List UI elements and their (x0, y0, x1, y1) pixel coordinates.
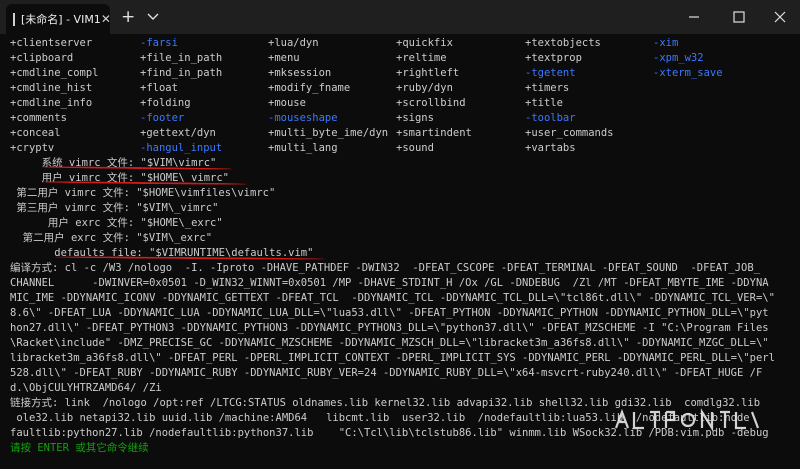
feature-item: +conceal (10, 127, 61, 139)
feature-item: +timers (525, 82, 570, 94)
feature-item: +clipboard (10, 52, 74, 64)
feature-item: +rightleft (396, 67, 460, 79)
tab-title: [未命名] - VIM1 (21, 13, 101, 26)
compile-command: 编译方式: cl -c /W3 /nologo -I. -Iproto -DHA… (10, 261, 800, 396)
feature-row: +comments -footer -mouseshape +signs -toolba… (10, 111, 800, 126)
vimrc-line: defaults file: "$VIMRUNTIME\defaults.vim… (10, 247, 314, 259)
compile-line: CHANNEL -DWINVER=0x0501 -D_WIN32_WINNT=0… (10, 277, 769, 289)
feature-item: +cryptv (10, 142, 55, 154)
feature-item: +comments (10, 112, 67, 124)
close-tab-button[interactable]: ✕ (101, 12, 111, 26)
feature-item: -xim (653, 37, 679, 49)
feature-item: -mouseshape (268, 112, 338, 124)
enter-prompt: 请按 ENTER 或其它命令继续 (10, 442, 149, 454)
close-icon[interactable] (772, 9, 788, 25)
terminal-icon: C:\ (13, 12, 15, 26)
feature-item: +multi_byte_ime/dyn (268, 127, 389, 139)
compile-line: 8.6\" -DFEAT_LUA -DDYNAMIC_LUA -DDYNAMIC… (10, 307, 769, 319)
new-tab-button[interactable]: + (121, 7, 135, 27)
compile-line: libracket3m_a36fs8.dll\" -DFEAT_PERL -DP… (10, 352, 775, 364)
feature-item: +user_commands (525, 127, 614, 139)
feature-item: +float (140, 82, 178, 94)
feature-item: +scrollbind (396, 97, 466, 109)
feature-row: +cmdline_compl +find_in_path +mksession +ri… (10, 66, 800, 81)
feature-item: -xterm_save (653, 67, 723, 79)
feature-row: +cryptv -hangul_input +multi_lang +sound +va… (10, 141, 800, 156)
feature-row: +clipboard +file_in_path +menu +reltime +tex… (10, 51, 800, 66)
feature-item: +signs (396, 112, 434, 124)
feature-item: +lua/dyn (268, 37, 319, 49)
feature-row: +clientserver -farsi +lua/dyn +quickfix +tex… (10, 36, 800, 51)
vimrc-line: 用户 exrc 文件: "$HOME\_exrc" (10, 217, 223, 229)
feature-item: +menu (268, 52, 300, 64)
minimize-icon[interactable] (686, 9, 702, 25)
title-bar: C:\ [未命名] - VIM1 ✕ + (0, 0, 800, 34)
feature-item: -footer (140, 112, 185, 124)
compile-line: 528.dll\" -DFEAT_RUBY -DDYNAMIC_RUBY -DD… (10, 367, 763, 379)
feature-item: -tgetent (525, 67, 576, 79)
vimrc-file-list: 系统 vimrc 文件: "$VIM\vimrc" 用户 vimrc 文件: "… (10, 156, 800, 261)
feature-table: +clientserver -farsi +lua/dyn +quickfix +tex… (10, 36, 800, 156)
feature-item: +textprop (525, 52, 582, 64)
compile-line: MIC_IME -DDYNAMIC_ICONV -DDYNAMIC_GETTEX… (10, 292, 775, 304)
vimrc-line: 第三用户 vimrc 文件: "$VIM\_vimrc" (10, 202, 219, 214)
feature-item: +file_in_path (140, 52, 223, 64)
feature-item: -toolbar (525, 112, 576, 124)
vimrc-line: 第二用户 vimrc 文件: "$HOME\vimfiles\vimrc" (10, 187, 276, 199)
compile-line: 编译方式: cl -c /W3 /nologo -I. -Iproto -DHA… (10, 262, 761, 274)
compile-line: hon27.dll\" -DFEAT_PYTHON3 -DDYNAMIC_PYT… (10, 322, 769, 334)
feature-item: +reltime (396, 52, 447, 64)
feature-row: +cmdline_hist +float +modify_fname +ruby/dy… (10, 81, 800, 96)
feature-item: +find_in_path (140, 67, 223, 79)
feature-item: +clientserver (10, 37, 93, 49)
feature-item: -xpm_w32 (653, 52, 704, 64)
feature-item: +cmdline_compl (10, 67, 99, 79)
feature-item: +ruby/dyn (396, 82, 453, 94)
compile-line: \Racket\include" -DMZ_PRECISE_GC -DDYNAM… (10, 337, 769, 349)
maximize-icon[interactable] (731, 9, 747, 25)
feature-item: -farsi (140, 37, 178, 49)
terminal-tab[interactable]: C:\ [未命名] - VIM1 ✕ (6, 4, 111, 34)
chevron-down-icon[interactable] (146, 9, 160, 23)
feature-item: +folding (140, 97, 191, 109)
feature-item: +smartindent (396, 127, 472, 139)
feature-item: +modify_fname (268, 82, 351, 94)
feature-item: -hangul_input (140, 142, 223, 154)
vimrc-line: 第二用户 exrc 文件: "$VIM\_exrc" (10, 232, 213, 244)
feature-row: +conceal +gettext/dyn +multi_byte_ime/dyn +… (10, 126, 800, 141)
compile-line: d.\ObjCULYHTRZAMD64/ /Zi (10, 382, 162, 394)
feature-row: +cmdline_info +folding +mouse +scrollbind +t… (10, 96, 800, 111)
feature-item: +mksession (268, 67, 332, 79)
feature-item: +mouse (268, 97, 306, 109)
feature-item: +sound (396, 142, 434, 154)
feature-item: +textobjects (525, 37, 601, 49)
feature-item: +vartabs (525, 142, 576, 154)
feature-item: +cmdline_hist (10, 82, 93, 94)
feature-item: +multi_lang (268, 142, 338, 154)
feature-item: +title (525, 97, 563, 109)
terminal-output[interactable]: +clientserver -farsi +lua/dyn +quickfix +tex… (10, 36, 800, 456)
feature-item: +quickfix (396, 37, 453, 49)
feature-item: +cmdline_info (10, 97, 93, 109)
feature-item: +gettext/dyn (140, 127, 216, 139)
watermark-logo (614, 408, 760, 432)
